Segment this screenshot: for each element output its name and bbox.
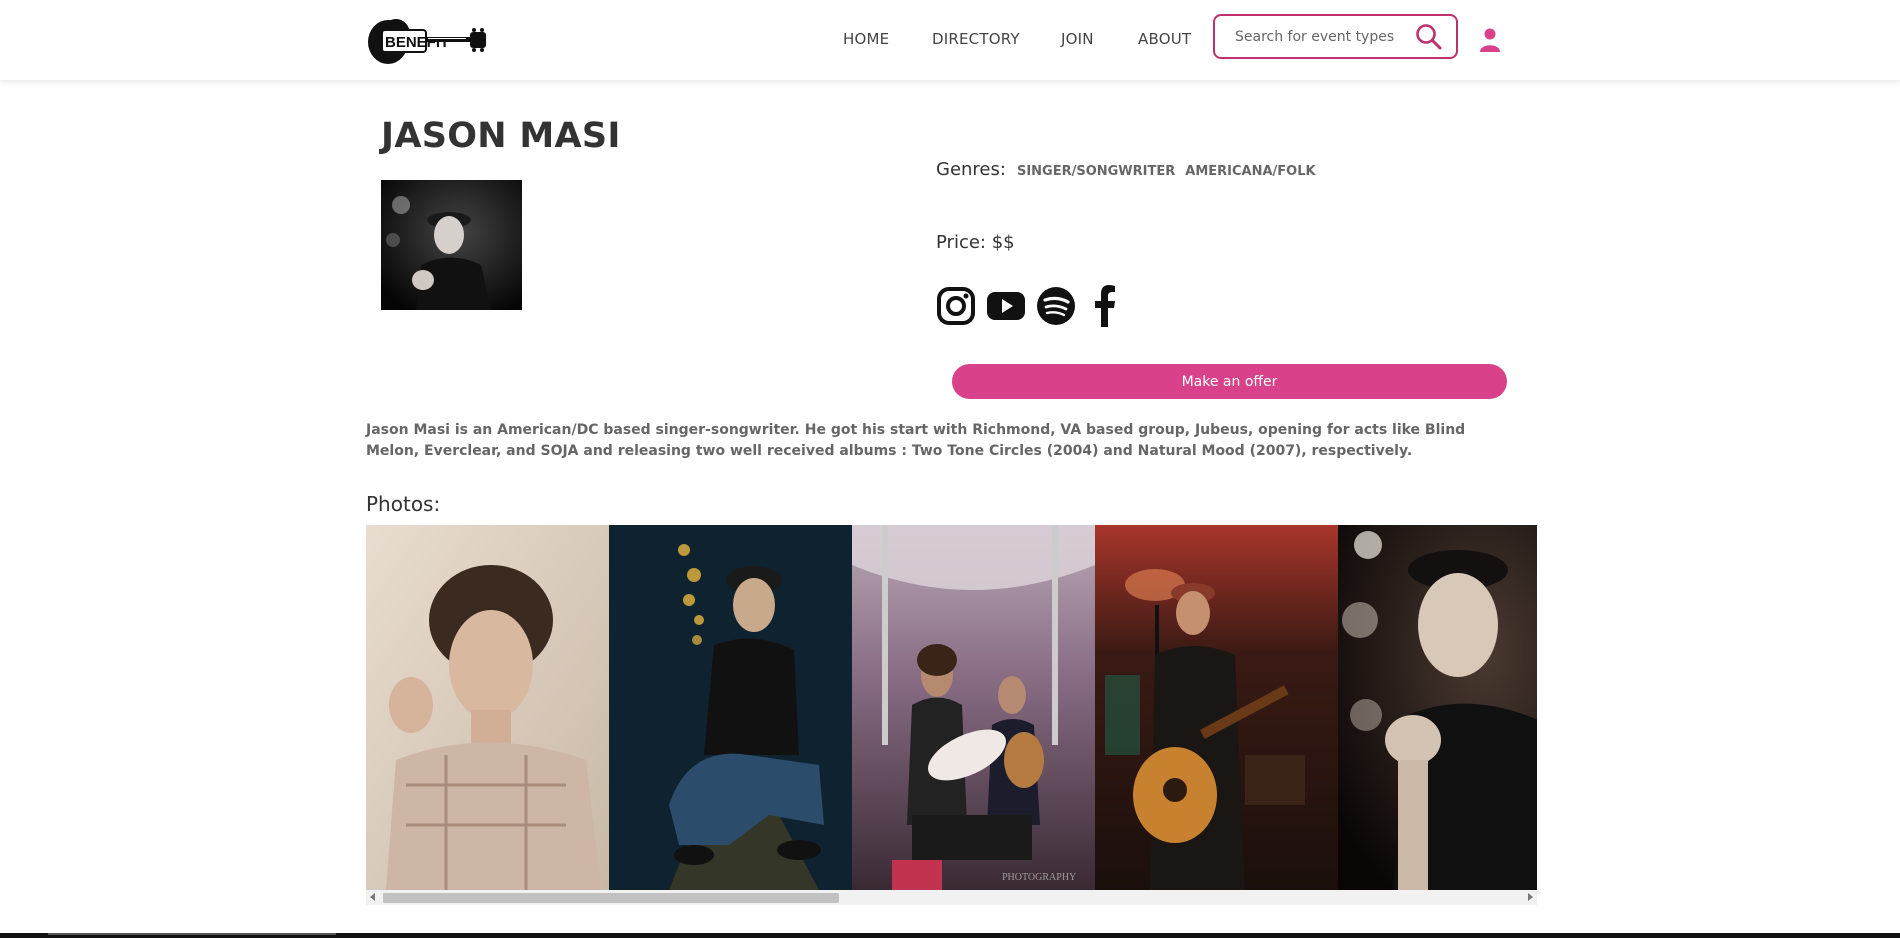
youtube-icon[interactable] xyxy=(986,284,1026,328)
photo-gallery[interactable]: PHOTOGRAPHY xyxy=(366,525,1537,890)
genres-row: Genres: SINGER/SONGWRITER AMERICANA/FOLK xyxy=(936,159,1326,180)
genre-tag[interactable]: SINGER/SONGWRITER xyxy=(1017,164,1175,179)
benefit-guitar-logo[interactable]: BENEFIT xyxy=(366,12,492,66)
profile-photo xyxy=(381,180,522,310)
nav-about[interactable]: ABOUT xyxy=(1138,30,1191,48)
logo-text: BENEFIT xyxy=(385,34,449,51)
artist-bio: Jason Masi is an American/DC based singe… xyxy=(366,422,1466,459)
photos-heading: Photos: xyxy=(366,492,441,516)
social-links xyxy=(936,284,1136,328)
search-input[interactable] xyxy=(1235,26,1415,48)
svg-text:PHOTOGRAPHY: PHOTOGRAPHY xyxy=(1002,872,1076,883)
gallery-photo[interactable]: PHOTOGRAPHY xyxy=(852,525,1095,890)
gallery-photo[interactable] xyxy=(609,525,852,890)
scroll-right-arrow-icon[interactable] xyxy=(1528,893,1533,901)
spotify-icon[interactable] xyxy=(1036,284,1076,328)
nav-join[interactable]: JOIN xyxy=(1061,30,1094,48)
nav-directory[interactable]: DIRECTORY xyxy=(932,30,1020,48)
scroll-thumb[interactable] xyxy=(383,893,839,903)
gallery-photo[interactable] xyxy=(366,525,609,890)
genre-tag[interactable]: AMERICANA/FOLK xyxy=(1185,164,1315,179)
site-header: BENEFIT HOME DIRECTORY JOIN ABOUT xyxy=(0,0,1900,80)
search-icon[interactable] xyxy=(1414,22,1444,52)
search-box xyxy=(1213,14,1458,59)
instagram-icon[interactable] xyxy=(936,284,976,328)
genres-label: Genres: xyxy=(936,159,1006,180)
gallery-photo[interactable] xyxy=(1095,525,1338,890)
price-label: Price: $$ xyxy=(936,232,1015,253)
scroll-left-arrow-icon[interactable] xyxy=(370,893,375,901)
bottom-bar-segment xyxy=(48,933,336,935)
facebook-icon[interactable] xyxy=(1086,284,1126,328)
gallery-photo[interactable] xyxy=(1338,525,1537,890)
bottom-bar xyxy=(0,933,1900,938)
nav-home[interactable]: HOME xyxy=(843,30,889,48)
artist-name: JASON MASI xyxy=(381,116,621,156)
user-icon[interactable] xyxy=(1479,27,1501,53)
gallery-scrollbar[interactable] xyxy=(366,890,1537,905)
make-offer-button[interactable]: Make an offer xyxy=(952,364,1507,399)
